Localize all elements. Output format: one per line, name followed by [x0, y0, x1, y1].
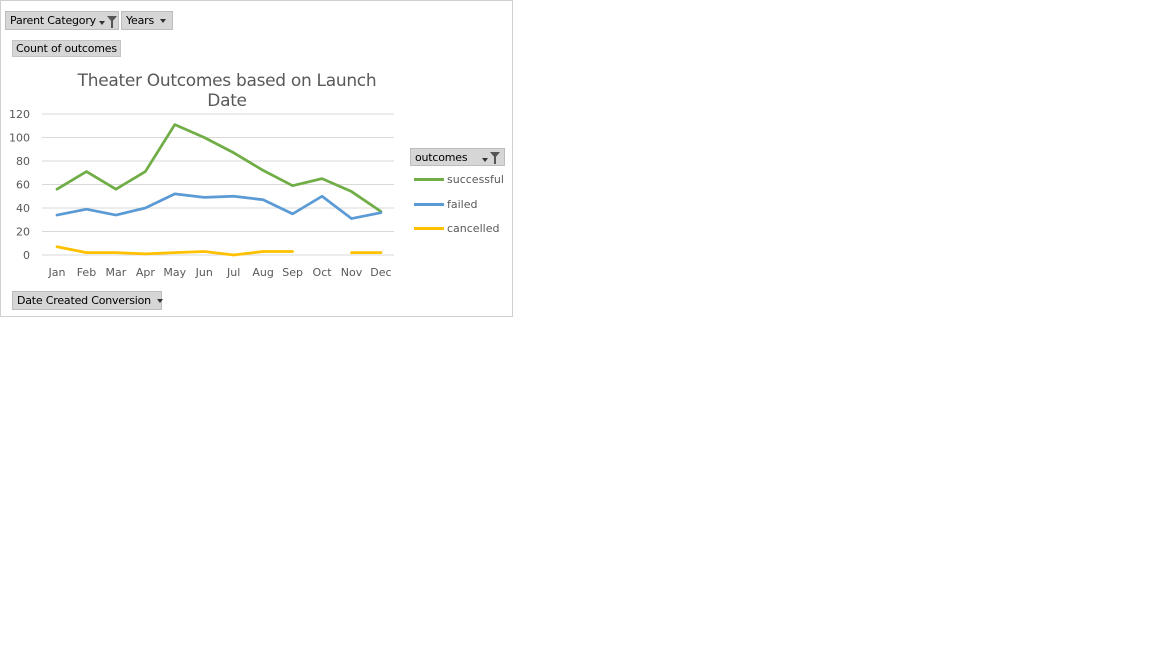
legend-entry-cancelled: cancelled: [414, 221, 499, 235]
legend-label-successful: successful: [447, 172, 504, 186]
legend-swatch-cancelled: [414, 226, 444, 230]
dropdown-arrow-icon: [482, 157, 488, 162]
x-tick-label: May: [163, 266, 186, 279]
x-tick-label: Dec: [370, 266, 391, 279]
dropdown-arrow-icon: [156, 298, 163, 303]
legend-label-failed: failed: [447, 197, 478, 211]
x-tick-label: Mar: [106, 266, 127, 279]
legend-field-label: outcomes: [415, 150, 468, 164]
y-tick-label: 60: [16, 179, 30, 192]
pivot-chart: Parent Category Years Count of outcomes …: [0, 0, 513, 317]
series-line-cancelled: [55, 245, 294, 257]
x-tick-label: Jan: [48, 266, 66, 279]
x-tick-label: Sep: [282, 266, 303, 279]
x-tick-label: Oct: [313, 266, 333, 279]
y-tick-label: 0: [23, 249, 30, 262]
legend-swatch-failed: [414, 202, 444, 206]
axis-field-label: Date Created Conversion: [17, 294, 151, 307]
series-line-failed: [55, 192, 383, 220]
x-tick-label: Aug: [252, 266, 273, 279]
x-tick-label: Apr: [136, 266, 156, 279]
y-tick-label: 80: [16, 155, 30, 168]
x-tick-label: Jun: [195, 266, 213, 279]
legend-entry-failed: failed: [414, 197, 477, 211]
legend-swatch-successful: [414, 177, 444, 181]
outcomes-legend-filter-button[interactable]: outcomes: [410, 148, 505, 166]
y-tick-label: 40: [16, 202, 30, 215]
y-tick-label: 100: [9, 132, 30, 145]
filter-funnel-icon: [490, 152, 500, 164]
y-tick-label: 20: [16, 226, 30, 239]
x-tick-label: Nov: [341, 266, 363, 279]
x-tick-label: Jul: [226, 266, 240, 279]
legend-label-cancelled: cancelled: [447, 221, 500, 235]
y-tick-label: 120: [9, 108, 30, 121]
date-created-conversion-button[interactable]: Date Created Conversion: [12, 291, 163, 310]
x-tick-label: Feb: [77, 266, 96, 279]
legend-entry-successful: successful: [414, 172, 504, 186]
